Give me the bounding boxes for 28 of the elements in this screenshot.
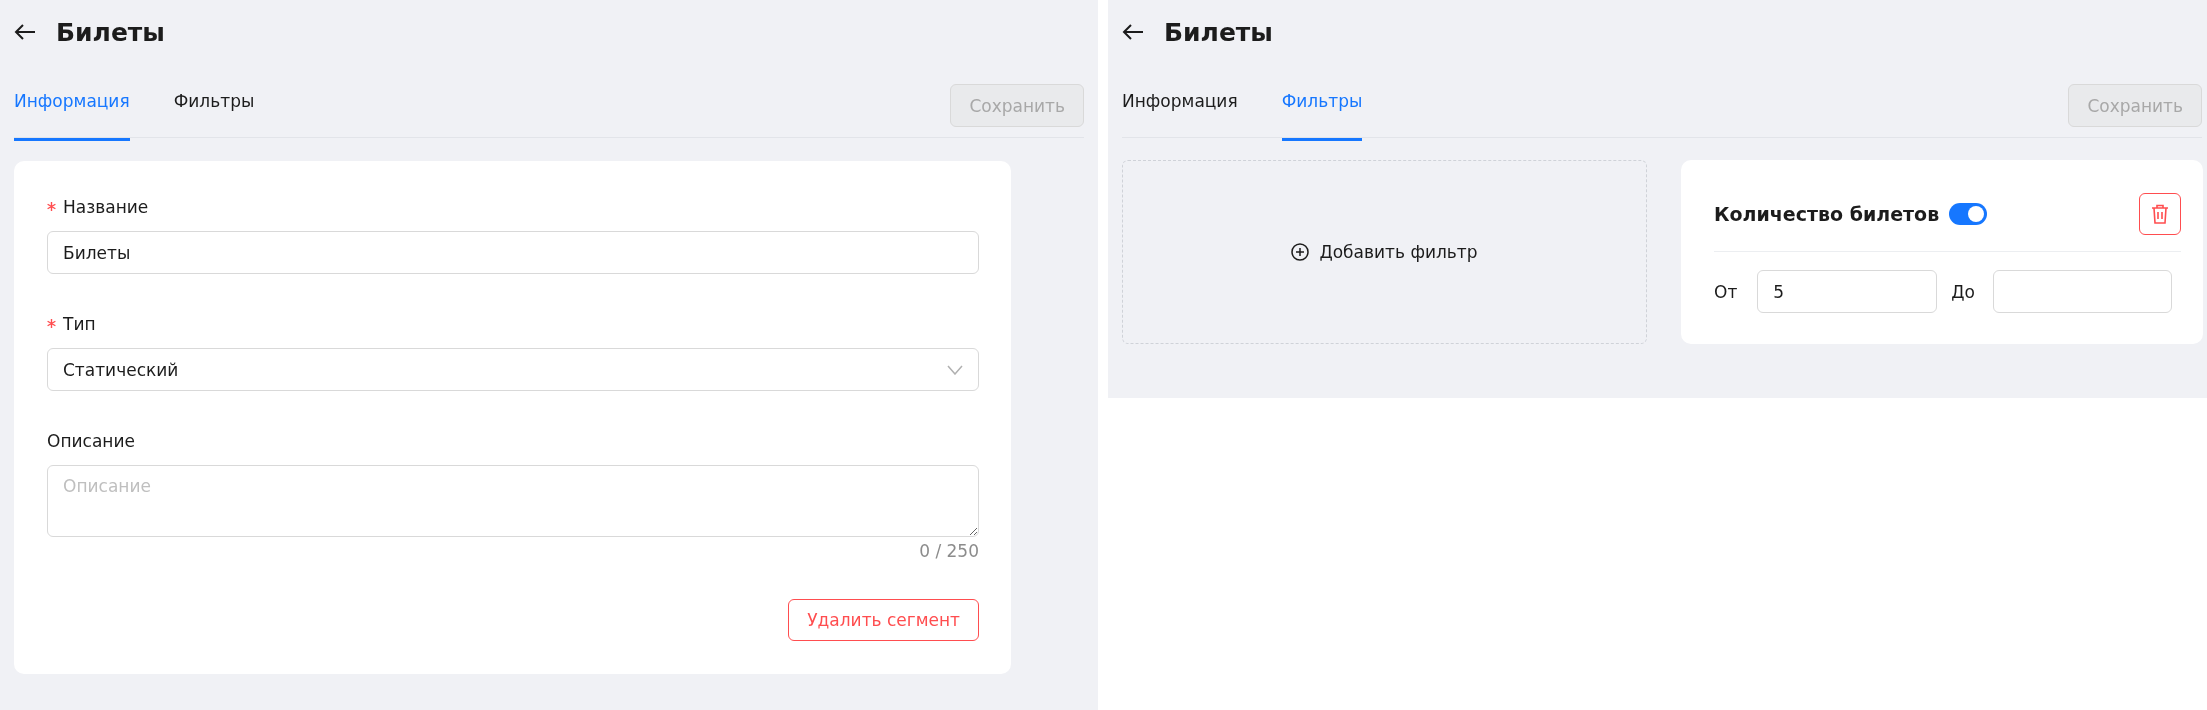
add-filter-button[interactable]: Добавить фильтр bbox=[1122, 160, 1647, 344]
field-label: Название bbox=[47, 197, 979, 217]
page-title: Билеты bbox=[1164, 17, 1273, 47]
tab[interactable]: Информация bbox=[1122, 60, 1238, 141]
to-input[interactable] bbox=[1993, 270, 2172, 313]
name-input[interactable]: Билеты bbox=[47, 231, 979, 274]
toggle-switch[interactable] bbox=[1949, 202, 1988, 225]
trash-icon bbox=[2151, 203, 2169, 224]
chevron-down-icon bbox=[947, 364, 963, 375]
filter-title: Количество билетов bbox=[1714, 202, 1940, 225]
character-counter: 0 / 250 bbox=[919, 541, 979, 561]
tab[interactable]: Фильтры bbox=[173, 60, 255, 141]
field-label: Тип bbox=[47, 314, 979, 334]
description-input[interactable]: Описание bbox=[47, 465, 979, 537]
from-label: От bbox=[1714, 281, 1738, 302]
required-asterisk-icon bbox=[47, 319, 56, 328]
from-input[interactable]: 5 bbox=[1757, 270, 1938, 313]
plus-circle-icon bbox=[1291, 243, 1310, 261]
field-label: Описание bbox=[47, 431, 136, 451]
delete-filter-button[interactable] bbox=[2139, 192, 2181, 235]
tab[interactable]: Информация bbox=[14, 60, 130, 141]
to-label: До bbox=[1951, 281, 1975, 302]
tab[interactable]: Фильтры bbox=[1281, 60, 1363, 141]
type-select[interactable]: Статический bbox=[47, 348, 979, 391]
required-asterisk-icon bbox=[47, 202, 56, 211]
back-arrow-icon[interactable] bbox=[1122, 23, 1144, 41]
page-title: Билеты bbox=[56, 17, 165, 47]
back-arrow-icon[interactable] bbox=[14, 23, 36, 41]
